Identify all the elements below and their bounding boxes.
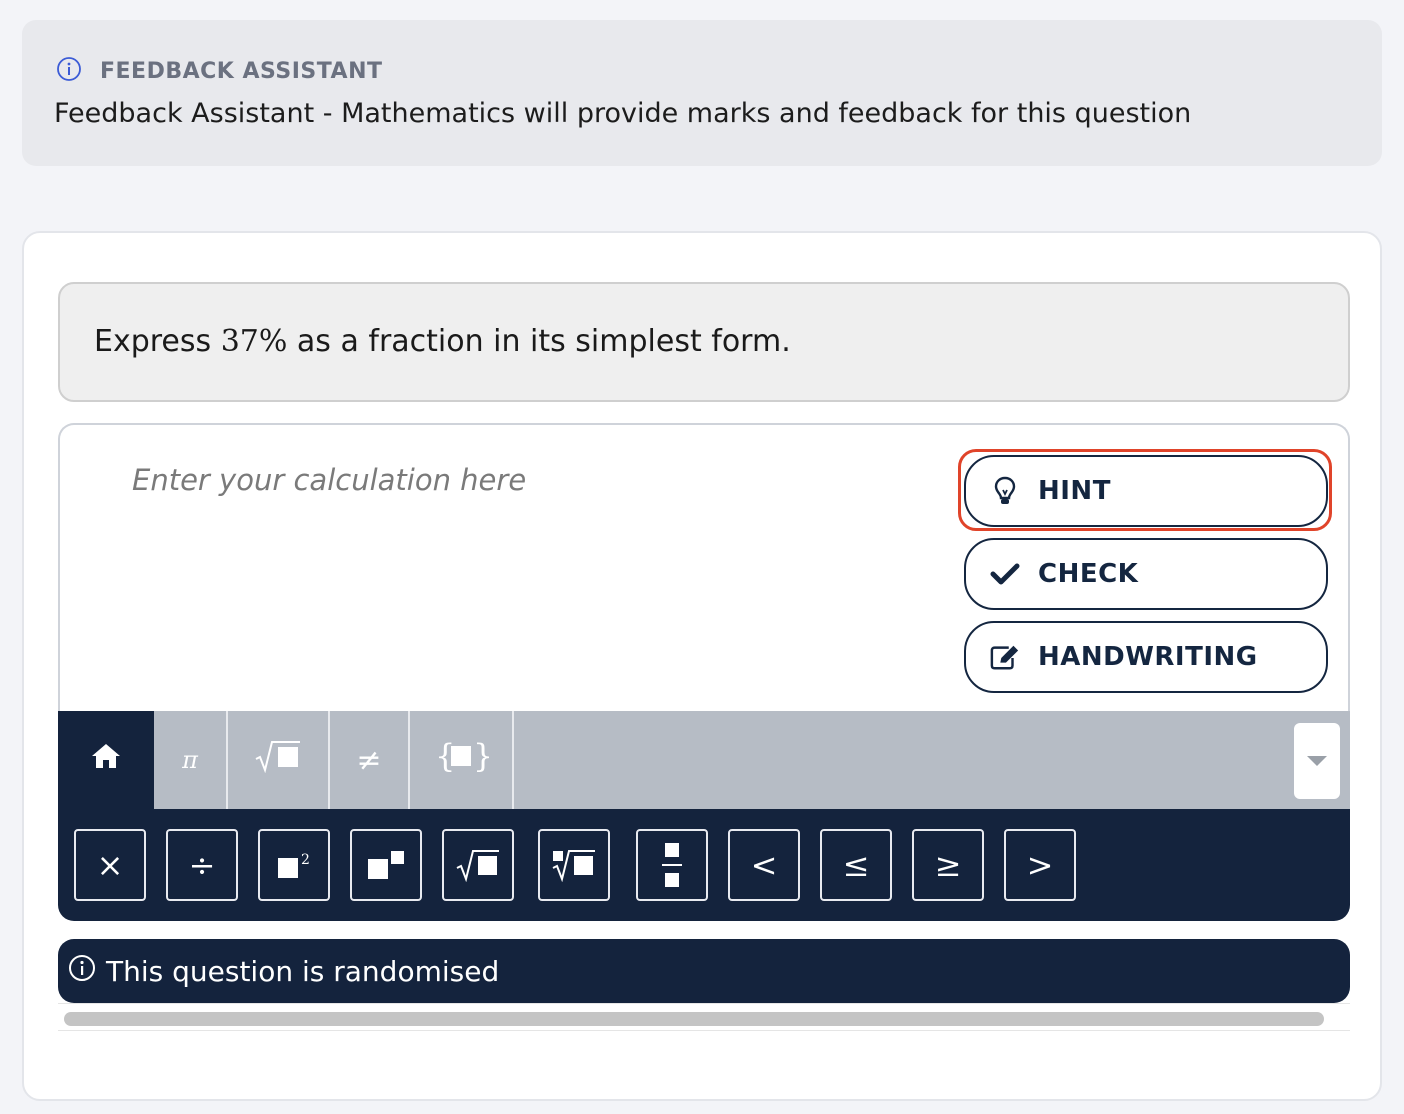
key-less-label: < [750, 846, 778, 884]
key-greater-equal[interactable]: ≥ [912, 829, 984, 901]
keyboard-tab-bar: π ≠ { } [58, 711, 1350, 809]
edit-pencil-icon [990, 643, 1020, 671]
notice-text: Feedback Assistant - Mathematics will pr… [54, 98, 1192, 129]
chevron-down-icon [1306, 752, 1328, 771]
key-times-label: × [96, 846, 124, 884]
fraction-icon [662, 843, 682, 887]
key-nth-root[interactable] [538, 829, 610, 901]
hint-label: HINT [1038, 476, 1111, 506]
horizontal-scrollbar[interactable] [58, 1003, 1350, 1031]
question-box: Express 37% as a fraction in its simples… [58, 282, 1350, 402]
tab-roots[interactable] [228, 711, 330, 809]
check-label: CHECK [1038, 559, 1139, 589]
sqrt-icon [456, 850, 499, 882]
braces-tab-icon: { } [433, 737, 493, 782]
sqrt-tab-icon [254, 739, 302, 781]
question-suffix: as a fraction in its simplest form. [287, 324, 791, 359]
checkmark-icon [990, 562, 1020, 586]
key-fraction[interactable] [636, 829, 708, 901]
randomised-notice: This question is randomised [58, 939, 1350, 1003]
key-less-equal[interactable]: ≤ [820, 829, 892, 901]
check-button[interactable]: CHECK [964, 538, 1328, 610]
answer-input-area[interactable]: Enter your calculation here HINT CHECK H… [58, 423, 1350, 713]
question-card: Express 37% as a fraction in its simples… [22, 231, 1382, 1101]
svg-text:}: } [473, 738, 489, 774]
question-text: Express 37% as a fraction in its simples… [94, 324, 791, 359]
randomised-text: This question is randomised [106, 954, 500, 988]
info-icon [56, 56, 82, 86]
scrollbar-thumb[interactable] [64, 1012, 1324, 1026]
info-icon [68, 954, 96, 989]
key-less-equal-label: ≤ [842, 846, 870, 884]
nth-root-icon [552, 850, 595, 882]
home-icon [91, 742, 121, 778]
tab-home[interactable] [58, 711, 154, 809]
key-less-than[interactable]: < [728, 829, 800, 901]
key-divide[interactable]: ÷ [166, 829, 238, 901]
svg-text:2: 2 [301, 852, 310, 868]
key-sqrt[interactable] [442, 829, 514, 901]
notice-title: FEEDBACK ASSISTANT [100, 58, 383, 84]
square-power-icon: 2 [278, 852, 310, 878]
power-icon [368, 851, 404, 879]
handwriting-button[interactable]: HANDWRITING [964, 621, 1328, 693]
key-power[interactable] [350, 829, 422, 901]
question-math: 37% [220, 324, 288, 359]
notice-header: FEEDBACK ASSISTANT [56, 56, 383, 86]
key-square[interactable]: 2 [258, 829, 330, 901]
key-greater-equal-label: ≥ [934, 846, 962, 884]
keyboard-dropdown-button[interactable] [1294, 723, 1340, 799]
tab-relations[interactable]: ≠ [330, 711, 410, 809]
answer-placeholder[interactable]: Enter your calculation here [132, 463, 526, 497]
question-prefix: Express [94, 324, 221, 359]
key-greater-label: > [1026, 846, 1054, 884]
key-times[interactable]: × [74, 829, 146, 901]
lightbulb-icon [990, 476, 1020, 506]
key-greater-than[interactable]: > [1004, 829, 1076, 901]
handwriting-label: HANDWRITING [1038, 642, 1258, 672]
tab-sets[interactable]: { } [410, 711, 514, 809]
tab-greek-label: π [182, 746, 198, 774]
tab-relations-label: ≠ [356, 742, 382, 778]
math-keyboard: π ≠ { } [58, 711, 1350, 921]
tab-greek[interactable]: π [154, 711, 228, 809]
feedback-assistant-notice: FEEDBACK ASSISTANT Feedback Assistant - … [22, 20, 1382, 166]
hint-button[interactable]: HINT [964, 455, 1328, 527]
key-divide-label: ÷ [188, 846, 216, 884]
